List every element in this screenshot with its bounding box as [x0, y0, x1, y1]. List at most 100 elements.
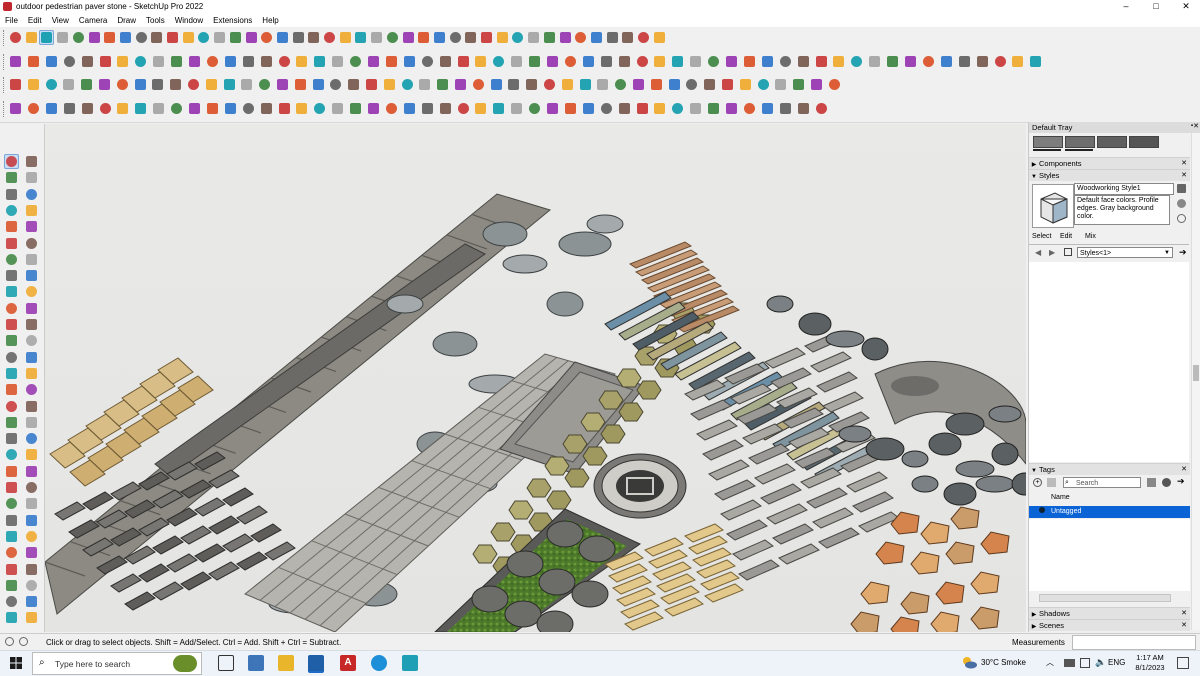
menu-window[interactable]: Window — [170, 14, 208, 27]
tool-button[interactable] — [24, 447, 39, 462]
toolbar-button[interactable] — [277, 54, 292, 69]
toolbar-button[interactable] — [151, 101, 166, 116]
toolbar-button[interactable] — [495, 30, 510, 45]
toolbar-button[interactable] — [939, 54, 954, 69]
menu-view[interactable]: View — [47, 14, 74, 27]
toolbar-button[interactable] — [98, 101, 113, 116]
toolbar-button[interactable] — [98, 54, 113, 69]
tab-mix[interactable]: Mix — [1085, 233, 1096, 240]
toolbar-button[interactable] — [196, 30, 211, 45]
tool-button[interactable] — [4, 333, 19, 348]
tool-button[interactable] — [4, 480, 19, 495]
toolbar-button[interactable] — [635, 54, 650, 69]
menu-extensions[interactable]: Extensions — [208, 14, 257, 27]
toolbar-button[interactable] — [385, 30, 400, 45]
toolbar-button[interactable] — [169, 101, 184, 116]
toolbar-button[interactable] — [791, 77, 806, 92]
toolbar-button[interactable] — [463, 30, 478, 45]
tags-horizontal-scrollbar[interactable] — [1039, 594, 1171, 602]
toolbar-button[interactable] — [702, 77, 717, 92]
menu-draw[interactable]: Draw — [112, 14, 141, 27]
toolbar-button[interactable] — [581, 54, 596, 69]
toolbar-button[interactable] — [448, 30, 463, 45]
tool-button[interactable] — [4, 252, 19, 267]
toolbar-button[interactable] — [187, 54, 202, 69]
toolbar-button[interactable] — [993, 54, 1008, 69]
speaker-icon[interactable]: 🔈 — [1095, 657, 1106, 668]
toolbar-button[interactable] — [491, 54, 506, 69]
calculator-icon[interactable] — [248, 655, 264, 671]
toolbar-button[interactable] — [212, 30, 227, 45]
toolbar-button[interactable] — [635, 101, 650, 116]
toolbar-button[interactable] — [366, 54, 381, 69]
tool-button[interactable] — [24, 317, 39, 332]
style-description[interactable]: Default face colors. Profile edges. Gray… — [1074, 195, 1170, 225]
toolbar-button[interactable] — [796, 54, 811, 69]
home-icon[interactable] — [1064, 248, 1072, 256]
tool-button[interactable] — [24, 480, 39, 495]
toolbar-button[interactable] — [589, 30, 604, 45]
toolbar-button[interactable] — [1028, 54, 1043, 69]
toolbar-button[interactable] — [312, 101, 327, 116]
style-swatch[interactable] — [1065, 136, 1095, 148]
tool-button[interactable] — [24, 170, 39, 185]
tool-button[interactable] — [4, 610, 19, 625]
geo-location-icon[interactable] — [5, 637, 14, 646]
toolbar-button[interactable] — [595, 77, 610, 92]
toolbar-button[interactable] — [473, 101, 488, 116]
autocad-icon[interactable]: A — [340, 655, 356, 671]
toolbar-button[interactable] — [186, 77, 201, 92]
tool-button[interactable] — [4, 513, 19, 528]
windows-start-icon[interactable] — [10, 657, 22, 669]
toolbar-button[interactable] — [814, 101, 829, 116]
details-arrow-icon[interactable]: ➔ — [1179, 247, 1187, 258]
notifications-icon[interactable] — [1177, 657, 1189, 669]
tool-button[interactable] — [24, 431, 39, 446]
tray-close-icon[interactable]: ✕ — [1193, 122, 1199, 130]
toolbar-button[interactable] — [560, 77, 575, 92]
update-style-icon[interactable] — [1177, 199, 1186, 208]
toolbar-button[interactable] — [338, 30, 353, 45]
visibility-icon[interactable] — [1039, 507, 1045, 513]
toolbar-button[interactable] — [228, 30, 243, 45]
toolbar-button[interactable] — [241, 54, 256, 69]
tool-button[interactable] — [24, 154, 39, 169]
tool-button[interactable] — [24, 219, 39, 234]
back-icon[interactable]: ◀ — [1035, 248, 1041, 257]
toolbar-button[interactable] — [670, 101, 685, 116]
tool-button[interactable] — [24, 268, 39, 283]
components-panel-header[interactable]: ▶ Components ✕ — [1029, 157, 1190, 169]
toolbar-button[interactable] — [115, 77, 130, 92]
toolbar-button[interactable] — [491, 101, 506, 116]
add-tag-icon[interactable]: + — [1033, 478, 1042, 487]
toolbar-button[interactable] — [133, 77, 148, 92]
toolbar-button[interactable] — [416, 30, 431, 45]
style-swatch[interactable] — [1033, 136, 1063, 148]
refresh-icon[interactable] — [1177, 214, 1186, 223]
tool-button[interactable] — [4, 236, 19, 251]
tool-button[interactable] — [4, 203, 19, 218]
tool-button[interactable] — [24, 415, 39, 430]
task-view-icon[interactable] — [218, 655, 234, 671]
toolbar-button[interactable] — [97, 77, 112, 92]
tags-column-name[interactable]: Name — [1051, 494, 1070, 501]
tool-button[interactable] — [4, 187, 19, 202]
toolbar-button[interactable] — [87, 30, 102, 45]
tool-button[interactable] — [4, 219, 19, 234]
tool-button[interactable] — [4, 578, 19, 593]
toolbar-button[interactable] — [223, 54, 238, 69]
tab-edit[interactable]: Edit — [1060, 233, 1072, 240]
toolbar-button[interactable] — [277, 101, 292, 116]
toolbar-button[interactable] — [293, 77, 308, 92]
toolbar-button[interactable] — [80, 54, 95, 69]
toolbar-button[interactable] — [149, 30, 164, 45]
tool-button[interactable] — [4, 317, 19, 332]
tool-button[interactable] — [24, 236, 39, 251]
toolbar-button[interactable] — [617, 101, 632, 116]
close-button[interactable]: ✕ — [1170, 0, 1200, 14]
toolbar-button[interactable] — [613, 77, 628, 92]
toolbar-button[interactable] — [456, 101, 471, 116]
toolbar-button[interactable] — [652, 30, 667, 45]
toolbar-button[interactable] — [401, 30, 416, 45]
toolbar-button[interactable] — [384, 101, 399, 116]
